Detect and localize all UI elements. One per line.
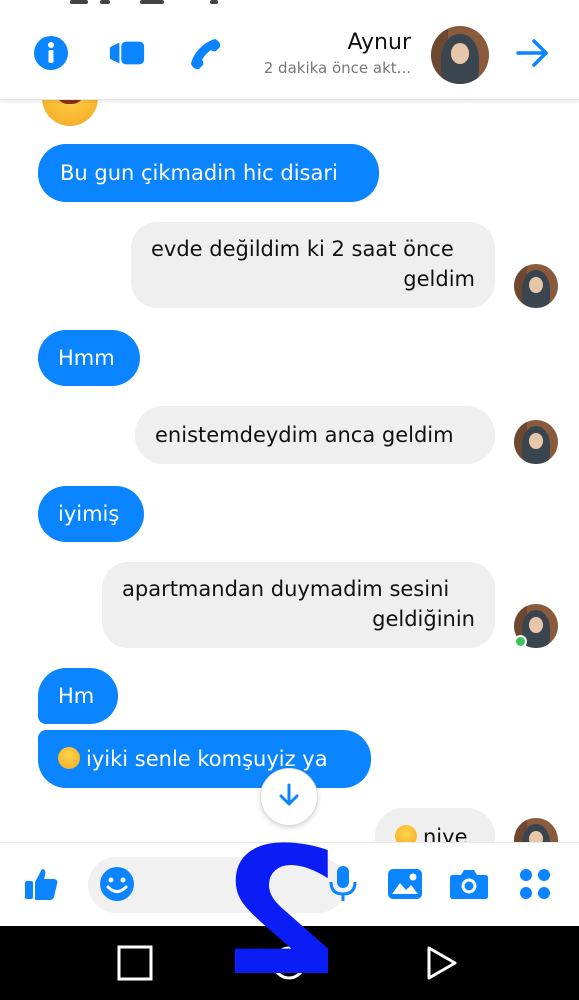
- message-bubble-incoming[interactable]: evde değildim ki 2 saat önce geldim: [131, 222, 495, 308]
- message-bubble-incoming[interactable]: enistemdeydim anca geldim: [135, 406, 495, 464]
- contact-avatar[interactable]: [431, 26, 489, 84]
- message-text-line: enistemdeydim anca geldim: [155, 423, 454, 447]
- active-status: 2 dakika önce akt...: [263, 59, 411, 77]
- recent-apps-icon[interactable]: [114, 942, 156, 984]
- back-icon[interactable]: [420, 942, 462, 984]
- sender-avatar[interactable]: [514, 818, 558, 842]
- status-bar-remnant: [60, 0, 280, 6]
- phone-icon[interactable]: [186, 34, 224, 72]
- message-text: iyimiş: [58, 502, 120, 526]
- chat-header: Aynur 2 dakika önce akt...: [0, 0, 579, 100]
- sender-avatar[interactable]: [514, 420, 558, 464]
- message-bubble-incoming[interactable]: apartmandan duymadim sesini geldiğinin: [102, 562, 495, 648]
- message-text-line: apartmandan duymadim sesini: [122, 577, 450, 601]
- info-icon[interactable]: [32, 34, 70, 72]
- message-bubble-incoming[interactable]: niye: [375, 808, 495, 842]
- apps-icon[interactable]: [514, 863, 556, 905]
- message-bubble-outgoing[interactable]: Bu gun çikmadin hic disari: [38, 144, 379, 202]
- video-call-icon[interactable]: [108, 34, 146, 72]
- message-bubble-outgoing[interactable]: Hm: [38, 668, 118, 724]
- like-icon[interactable]: [20, 863, 62, 905]
- message-bubble-outgoing[interactable]: iyimiş: [38, 486, 144, 542]
- message-text: Bu gun çikmadin hic disari: [60, 161, 338, 185]
- message-text-line: evde değildim ki 2 saat önce: [151, 237, 454, 261]
- message-text-line: geldiğinin: [372, 607, 475, 631]
- contact-title[interactable]: Aynur 2 dakika önce akt...: [264, 30, 411, 78]
- emoji-icon[interactable]: [96, 863, 138, 905]
- message-text: Hmm: [58, 346, 115, 370]
- message-list[interactable]: Bu gun çikmadin hic disari evde değildim…: [0, 100, 579, 842]
- message-text: Hm: [58, 684, 95, 708]
- overlay-number: 2: [219, 810, 342, 1000]
- slight-smile-emoji-icon: [395, 825, 423, 842]
- forward-arrow-icon[interactable]: [514, 34, 552, 72]
- message-bubble-outgoing[interactable]: iyiki senle komşuyiz ya: [38, 730, 371, 788]
- camera-icon[interactable]: [448, 863, 490, 905]
- sender-avatar[interactable]: [514, 264, 558, 308]
- arrow-down-icon: [278, 783, 300, 811]
- message-bubble-outgoing[interactable]: Hmm: [38, 330, 140, 386]
- message-text-line: niye: [423, 825, 468, 842]
- gallery-icon[interactable]: [384, 863, 426, 905]
- online-indicator: [514, 635, 527, 648]
- contact-name: Aynur: [347, 30, 411, 55]
- message-text-line: geldim: [403, 267, 475, 291]
- grinning-emoji-icon: [42, 100, 98, 126]
- smiling-emoji-icon: [58, 747, 86, 771]
